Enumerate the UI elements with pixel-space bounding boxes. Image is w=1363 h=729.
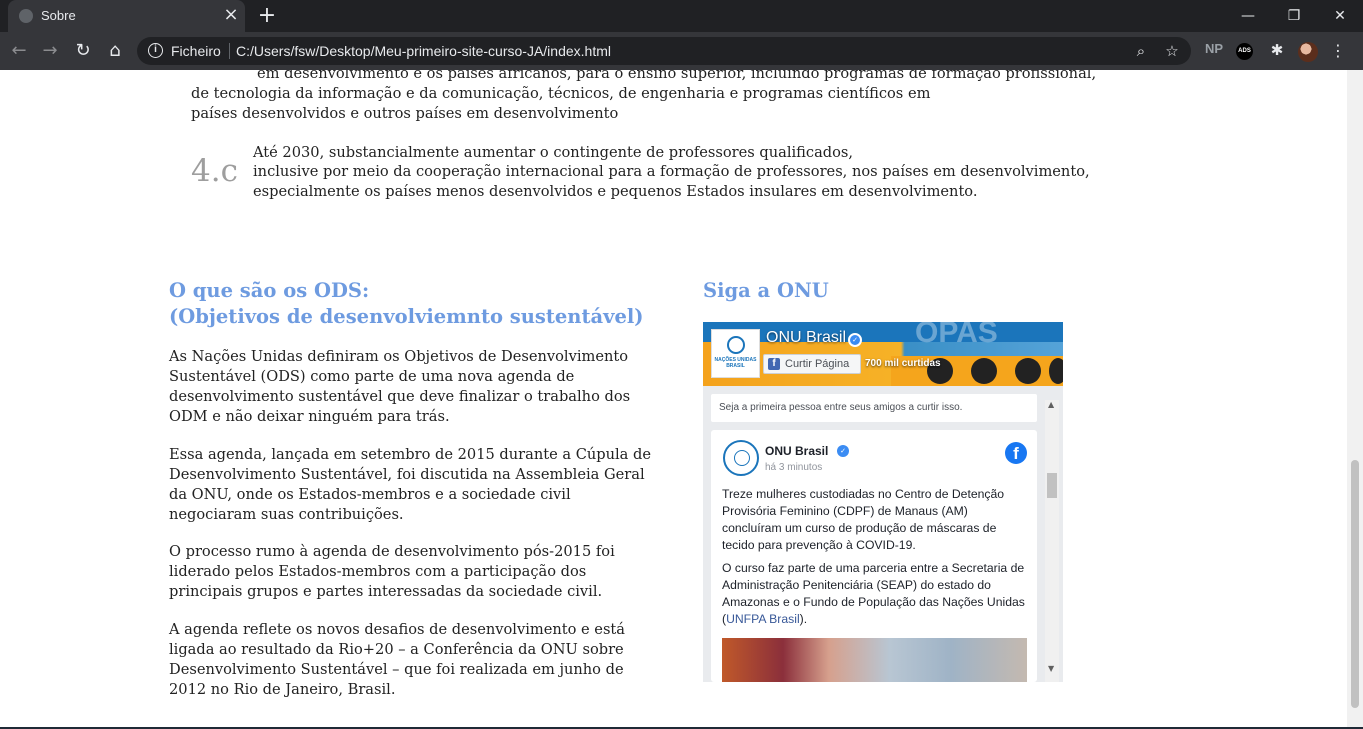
zoom-icon[interactable]: ⌕ — [1131, 41, 1151, 61]
info-icon[interactable]: i — [148, 43, 163, 58]
un-emblem-icon — [727, 336, 745, 354]
post-text-part: ). — [799, 612, 808, 626]
facebook-page-widget: OPAS NAÇÕES UNIDAS BRASIL ONU Brasil ✓ f… — [703, 322, 1063, 682]
post-text: O curso faz parte de uma parceria entre … — [722, 560, 1027, 628]
address-scheme: Ficheiro — [171, 43, 221, 59]
onu-logo[interactable]: NAÇÕES UNIDAS BRASIL — [711, 329, 760, 378]
fb-scrollbar[interactable]: ▲ ▼ — [1045, 400, 1059, 682]
menu-dots-icon[interactable]: ⋮ — [1328, 40, 1348, 62]
ods-paragraph: Essa agenda, lançada em setembro de 2015… — [169, 446, 651, 523]
facebook-logo-icon[interactable]: f — [1005, 442, 1027, 464]
tab-sobre[interactable]: Sobre × — [8, 0, 245, 32]
tab-title: Sobre — [41, 8, 76, 23]
tab-strip: Sobre × + — ❐ ✕ — [0, 0, 1363, 32]
fb-post: ONU Brasil ✓ há 3 minutos f Treze mulher… — [711, 430, 1037, 682]
window-close-icon[interactable]: ✕ — [1330, 6, 1350, 26]
back-icon[interactable]: ← — [8, 40, 30, 62]
page-scroll-thumb[interactable] — [1351, 460, 1359, 708]
address-separator — [229, 43, 230, 59]
ads-extension-icon[interactable]: ADS — [1236, 43, 1253, 60]
target-c-line-3: especialmente os países menos desenvolvi… — [253, 183, 978, 200]
restore-icon[interactable]: ❐ — [1284, 6, 1304, 26]
home-icon[interactable]: ⌂ — [104, 40, 126, 62]
like-page-button[interactable]: f Curtir Página — [763, 354, 861, 374]
unfpa-link[interactable]: UNFPA Brasil — [726, 612, 800, 626]
browser-toolbar: ← → ↻ ⌂ i Ficheiro C:/Users/fsw/Desktop/… — [0, 32, 1363, 70]
target-c-line-2: inclusive por meio da cooperação interna… — [253, 163, 1090, 180]
address-bar[interactable]: i Ficheiro C:/Users/fsw/Desktop/Meu-prim… — [137, 37, 1191, 65]
post-author[interactable]: ONU Brasil — [765, 444, 828, 458]
post-avatar[interactable] — [723, 440, 759, 476]
onu-logo-text: NAÇÕES UNIDAS BRASIL — [714, 357, 757, 369]
star-icon[interactable]: ☆ — [1162, 41, 1182, 61]
target-b-line-1: em desenvolvimento e os países africanos… — [257, 70, 1097, 82]
close-tab-icon[interactable]: × — [222, 6, 240, 24]
reload-icon[interactable]: ↻ — [72, 40, 94, 62]
onu-title: Siga a ONU — [703, 279, 829, 302]
ods-paragraph: A agenda reflete os novos desafios de de… — [169, 621, 625, 698]
puzzle-icon[interactable]: ✱ — [1267, 40, 1287, 60]
globe-icon — [19, 9, 33, 23]
fb-cover-text: OPAS — [915, 322, 998, 349]
facebook-f-icon: f — [768, 358, 780, 370]
post-image[interactable] — [722, 638, 1027, 682]
likes-count: 700 mil curtidas — [865, 358, 941, 369]
np-extension-icon[interactable]: NP — [1205, 41, 1223, 56]
cover-icon — [1049, 358, 1063, 384]
cover-icon — [1015, 358, 1041, 384]
address-url[interactable]: C:/Users/fsw/Desktop/Meu-primeiro-site-c… — [236, 43, 611, 59]
fb-cover-image[interactable]: OPAS NAÇÕES UNIDAS BRASIL ONU Brasil ✓ f… — [703, 322, 1063, 386]
ods-title-line-2: (Objetivos de desenvolviemnto sustentáve… — [169, 305, 644, 328]
target-b-line-3: países desenvolvidos e outros países em … — [191, 105, 619, 122]
target-number: 4.c — [191, 153, 238, 189]
page-scrollbar[interactable] — [1347, 70, 1363, 729]
ods-paragraph: O processo rumo à agenda de desenvolvime… — [169, 543, 615, 600]
post-text: Treze mulheres custodiadas no Centro de … — [722, 487, 1005, 552]
ods-paragraph: As Nações Unidas definiram os Objetivos … — [169, 348, 631, 425]
fb-page-name[interactable]: ONU Brasil — [766, 329, 846, 347]
scroll-up-icon[interactable]: ▲ — [1048, 400, 1054, 410]
forward-icon[interactable]: → — [39, 40, 61, 62]
post-time[interactable]: há 3 minutos — [765, 462, 822, 473]
target-c-line-1: Até 2030, substancialmente aumentar o co… — [253, 144, 854, 161]
target-b-line-2: de tecnologia da informação e da comunic… — [191, 85, 931, 102]
like-page-label: Curtir Página — [785, 358, 850, 370]
profile-avatar[interactable] — [1298, 42, 1318, 62]
ods-title-line-1: O que são os ODS: — [169, 279, 370, 302]
minimize-icon[interactable]: — — [1238, 6, 1258, 26]
fb-scroll-thumb[interactable] — [1047, 473, 1057, 498]
verified-badge-icon: ✓ — [837, 445, 849, 457]
scroll-down-icon[interactable]: ▼ — [1048, 664, 1054, 674]
verified-badge-icon: ✓ — [848, 333, 862, 347]
fb-friends-text: Seja a primeira pessoa entre seus amigos… — [711, 394, 1037, 422]
page-viewport: em desenvolvimento e os países africanos… — [0, 70, 1347, 729]
cover-icon — [971, 358, 997, 384]
new-tab-icon[interactable]: + — [256, 5, 278, 27]
